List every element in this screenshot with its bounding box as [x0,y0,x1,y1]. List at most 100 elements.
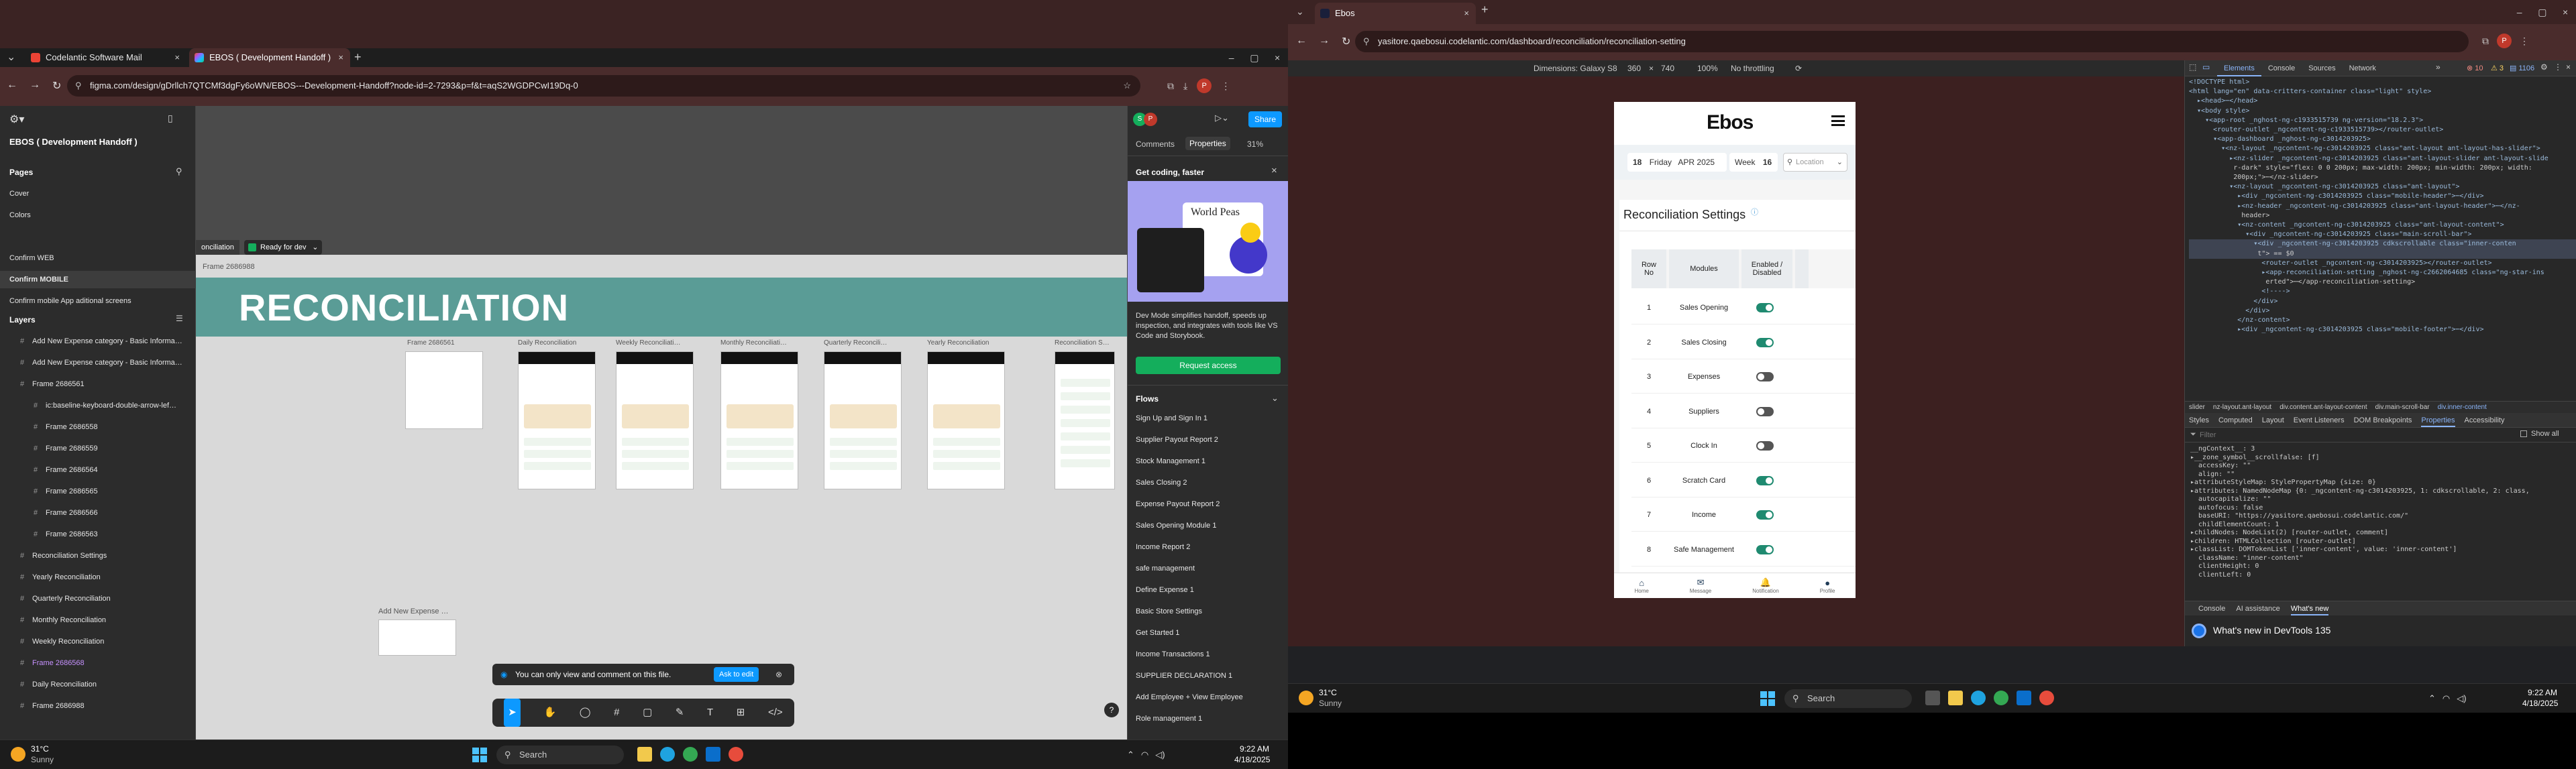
property-line[interactable]: ▸attributeStyleMap: StylePropertyMap {si… [2190,479,2576,487]
mobile-frame[interactable] [720,351,798,489]
task-view-icon[interactable] [1925,691,1940,705]
flow-item[interactable]: safe management [1136,565,1283,578]
devtools-tab-elements[interactable]: Elements [2217,60,2261,76]
breadcrumb-item[interactable]: slider [2189,402,2205,413]
properties-tab[interactable]: Layout [2262,413,2284,427]
page-item[interactable]: Colors [0,206,196,224]
properties-tab[interactable]: Event Listeners [2294,413,2345,427]
chrome-icon[interactable] [1994,691,2008,705]
ask-to-edit-button[interactable]: Ask to edit [714,667,759,682]
browser-tab-figma[interactable]: EBOS ( Development Handoff ) × [189,48,350,67]
device-height-input[interactable]: 740 [1661,60,1674,76]
whats-new-title[interactable]: What's new in DevTools 135 [2213,625,2330,636]
dom-line[interactable]: <html lang="en" data-critters-container … [2189,87,2576,97]
taskbar-search[interactable]: ⚲ Search [1784,689,1912,708]
enabled-toggle[interactable] [1756,406,1774,416]
taskbar-search[interactable]: ⚲ Search [496,746,624,764]
move-tool-icon[interactable]: ➤ [504,699,521,727]
properties-tab[interactable]: Properties [2421,413,2455,427]
flow-item[interactable]: Sign Up and Sign In 1 [1136,414,1283,428]
flow-item[interactable]: Sales Closing 2 [1136,479,1283,492]
close-icon[interactable]: ⊗ [775,664,782,685]
layer-item[interactable]: # Frame 2686568 [0,654,196,672]
drawer-tab[interactable]: AI assistance [2236,601,2279,615]
flow-item[interactable]: Income Report 2 [1136,543,1283,556]
tab-comments[interactable]: Comments [1136,139,1175,149]
bookmark-icon[interactable]: ☆ [1123,75,1131,97]
flow-item[interactable]: Sales Opening Module 1 [1136,522,1283,535]
breadcrumb-item[interactable]: nz-layout.ant-layout [2213,402,2271,413]
dom-line[interactable]: ▸<nz-header _ngcontent-ng-c3014203925 cl… [2189,202,2576,211]
flow-item[interactable]: Expense Payout Report 2 [1136,500,1283,514]
zoom-select[interactable]: 100% [1697,60,1718,76]
page-item[interactable]: Confirm mobile App aditional screens [0,292,196,310]
layer-item[interactable]: # Daily Reconciliation [0,676,196,693]
rotate-icon[interactable]: ⟳ [1795,60,1802,76]
app-logo[interactable]: Ebos [1707,111,1753,134]
throttle-select[interactable]: No throttling [1731,60,1774,76]
search-icon[interactable]: ⚲ [176,166,182,177]
enabled-toggle[interactable] [1756,544,1774,554]
flow-item[interactable]: Role management 1 [1136,715,1283,728]
request-access-button[interactable]: Request access [1136,357,1281,374]
dom-line[interactable]: <router-outlet _ngcontent-ng-c1933515739… [2189,125,2576,135]
flow-item[interactable]: Income Transactions 1 [1136,650,1283,664]
app-icon[interactable] [2039,691,2054,705]
clock-time[interactable]: 9:22 AM [1240,744,1269,754]
layer-item[interactable]: # Quarterly Reconciliation [0,590,196,607]
browser-tab-ebos[interactable]: Ebos × [1315,3,1476,24]
tab-search-icon[interactable]: ⌄ [7,52,17,63]
property-line[interactable]: baseURI: "https://yasitore.qaebosui.code… [2190,512,2576,521]
frame-tool-icon[interactable]: # [614,699,619,727]
edge-icon[interactable] [660,747,675,762]
clock-time[interactable]: 9:22 AM [2528,688,2557,697]
property-line[interactable]: align: "" [2190,471,2576,479]
dom-line[interactable]: ▸<nz-slider _ngcontent-ng-c3014203925 cl… [2189,154,2576,164]
nav-item-notification[interactable]: 🔔 Notification [1752,573,1779,598]
property-line[interactable]: ▸__zone_symbol__scrollfalse: [f] [2190,454,2576,463]
vscode-icon[interactable] [2017,691,2031,705]
shape-tool-icon[interactable]: ▢ [643,699,652,727]
error-badge[interactable]: ⊗ 10 [2467,64,2483,72]
dom-line[interactable]: erted">⋯</app-reconciliation-setting> [2189,278,2576,287]
nav-item-home[interactable]: ⌂ Home [1634,573,1648,598]
nav-item-message[interactable]: ✉ Message [1690,573,1711,598]
dom-line[interactable]: r-dark" style="flex: 0 0 200px; max-widt… [2189,164,2576,173]
maximize-icon[interactable]: ▢ [2538,3,2546,21]
close-icon[interactable]: × [2563,3,2568,21]
zoom-level[interactable]: 31% [1247,139,1263,149]
close-icon[interactable]: × [1464,3,1469,24]
enabled-toggle[interactable] [1756,337,1774,347]
reload-icon[interactable]: ↻ [52,79,61,94]
avatar[interactable]: P [1144,113,1157,126]
layer-item[interactable]: # Frame 2686566 [0,504,196,522]
dom-line[interactable]: 200px;">⋯</nz-slider> [2189,173,2576,182]
layer-item[interactable]: # ic:baseline-keyboard-double-arrow-lef… [0,397,196,414]
comment-tool-icon[interactable]: ◯ [580,699,591,727]
chrome-icon[interactable] [683,747,698,762]
tab-properties[interactable]: Properties [1185,137,1230,150]
flow-item[interactable]: Define Expense 1 [1136,586,1283,599]
start-icon[interactable] [472,748,487,762]
back-icon[interactable]: ← [7,79,17,94]
property-line[interactable]: ▸children: HTMLCollection [router-outlet… [2190,538,2576,546]
site-info-icon[interactable]: ⚲ [1363,31,1370,52]
layer-item[interactable]: # Monthly Reconciliation [0,611,196,629]
property-line[interactable]: ▸attributes: NamedNodeMap {0: _ngcontent… [2190,487,2576,496]
property-line[interactable]: autofocus: false [2190,504,2576,513]
layer-item[interactable]: # Frame 2686565 [0,483,196,500]
breadcrumb-item[interactable]: div.main-scroll-bar [2375,402,2430,413]
settings-icon[interactable]: ⚙ [2540,62,2548,72]
close-icon[interactable]: × [338,48,343,67]
edge-icon[interactable] [1971,691,1986,705]
browser-tab-mail[interactable]: Codelantic Software Mail × [25,48,186,67]
text-tool-icon[interactable]: T [707,699,713,727]
flow-item[interactable]: Supplier Payout Report 2 [1136,436,1283,449]
property-line[interactable]: clientLeft: 0 [2190,571,2576,577]
layer-item[interactable]: # Frame 2686988 [0,697,196,715]
dom-line[interactable]: </div> [2189,297,2576,306]
property-line[interactable]: autocapitalize: "" [2190,495,2576,504]
dom-line[interactable]: </div> [2189,306,2576,316]
forward-icon[interactable]: → [1319,35,1330,48]
info-badge[interactable]: ▤ 1106 [2510,64,2534,72]
